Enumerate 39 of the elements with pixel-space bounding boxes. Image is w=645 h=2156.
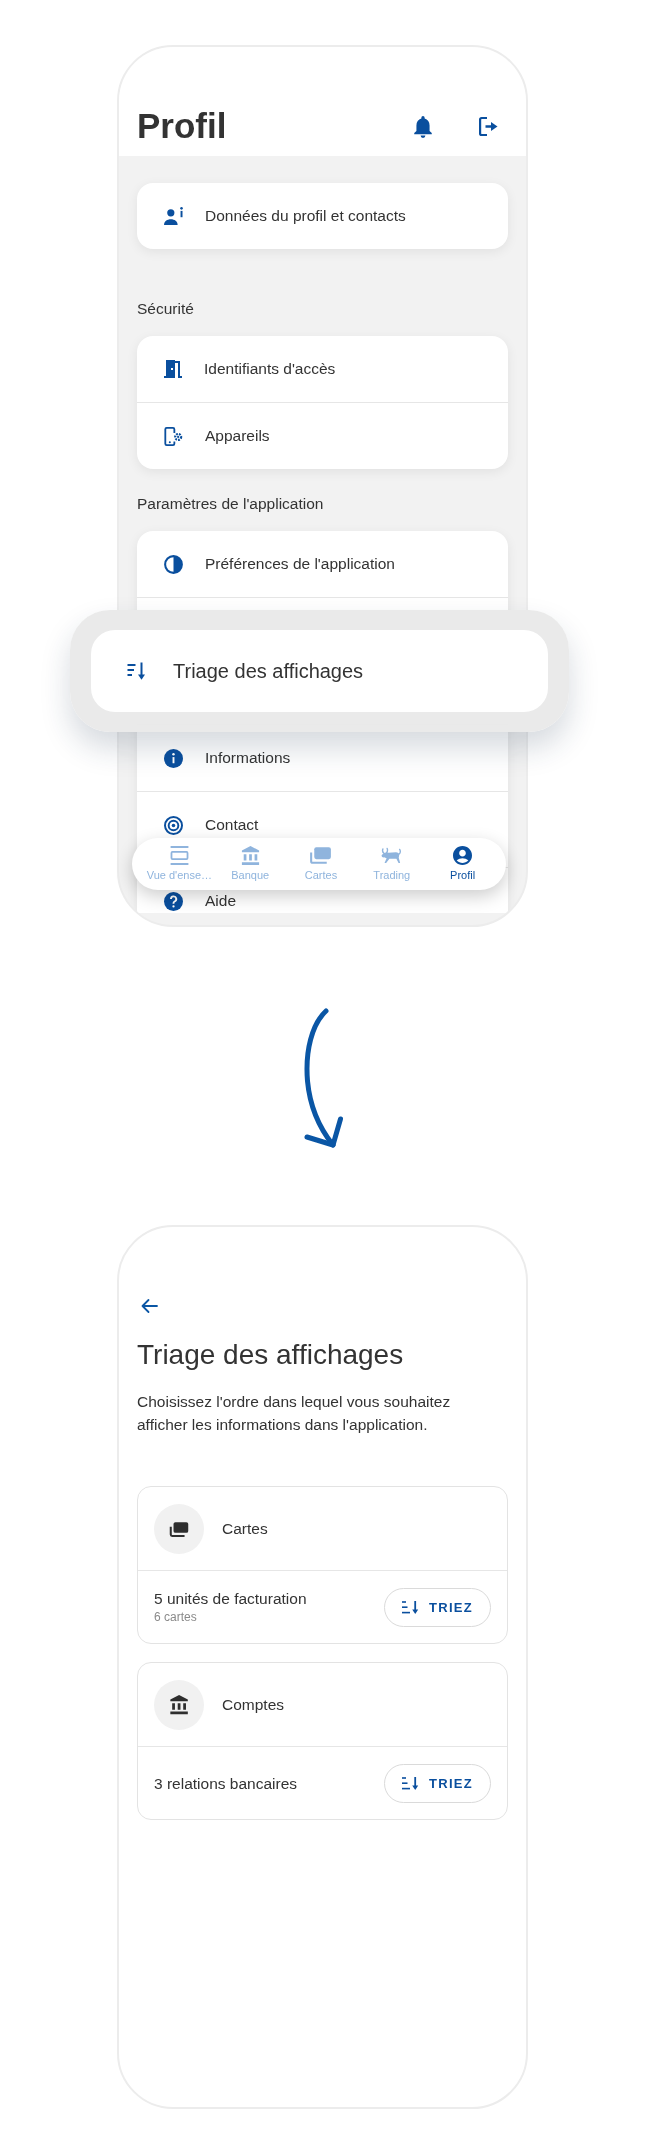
- sort-button[interactable]: TRIEZ: [384, 1587, 491, 1627]
- card-title: Comptes: [222, 1695, 285, 1714]
- cards-icon: [154, 1503, 204, 1554]
- menu-item[interactable]: Données du profil et contacts: [164, 207, 406, 225]
- sort-button[interactable]: TRIEZ: [384, 1763, 491, 1803]
- menu-item[interactable]: Appareils: [164, 426, 270, 446]
- summary-text: 3 relations bancaires: [154, 1773, 298, 1793]
- logout-icon[interactable]: [478, 115, 498, 137]
- info-icon: [164, 748, 183, 768]
- bank-icon: [239, 846, 261, 865]
- menu-item[interactable]: Informations: [164, 748, 291, 768]
- menu-item[interactable]: Aide: [164, 891, 237, 911]
- summary-text: 5 unités de facturation: [154, 1589, 307, 1608]
- target-icon: [164, 815, 183, 835]
- card-title: Cartes: [222, 1519, 268, 1538]
- menu-item[interactable]: Préférences de l'application: [164, 554, 395, 574]
- cards-icon: [310, 846, 332, 865]
- menu-item[interactable]: Identifiants d'accès: [164, 360, 336, 378]
- contrast-icon: [164, 554, 183, 574]
- bell-icon[interactable]: [414, 114, 432, 138]
- sort-icon: [401, 1776, 419, 1790]
- bank-icon: [154, 1679, 204, 1730]
- person-info-icon: [164, 207, 183, 225]
- section-heading: Paramètres de l'application: [137, 495, 325, 513]
- menu-item[interactable]: Contact: [164, 815, 259, 835]
- door-icon: [164, 360, 182, 378]
- back-arrow-icon[interactable]: [140, 1298, 158, 1314]
- page-title: Profil: [137, 105, 227, 147]
- rectangle-lines-icon: [168, 846, 190, 865]
- page-title: Triage des affichages: [137, 1338, 405, 1372]
- description-text: Choisissez l'ordre dans lequel vous souhaitez afficher les informations dans l'application.: [137, 1392, 452, 1435]
- phone-gear-icon: [164, 426, 183, 446]
- detail-text: 6 cartes: [154, 1610, 198, 1625]
- bull-icon: [381, 846, 403, 865]
- sort-icon: [127, 662, 146, 680]
- section-heading: Sécurité: [137, 300, 195, 318]
- nav-tab[interactable]: Profil: [427, 838, 498, 890]
- sort-icon: [401, 1600, 419, 1614]
- menu-item[interactable]: Triage des affichages: [91, 630, 548, 712]
